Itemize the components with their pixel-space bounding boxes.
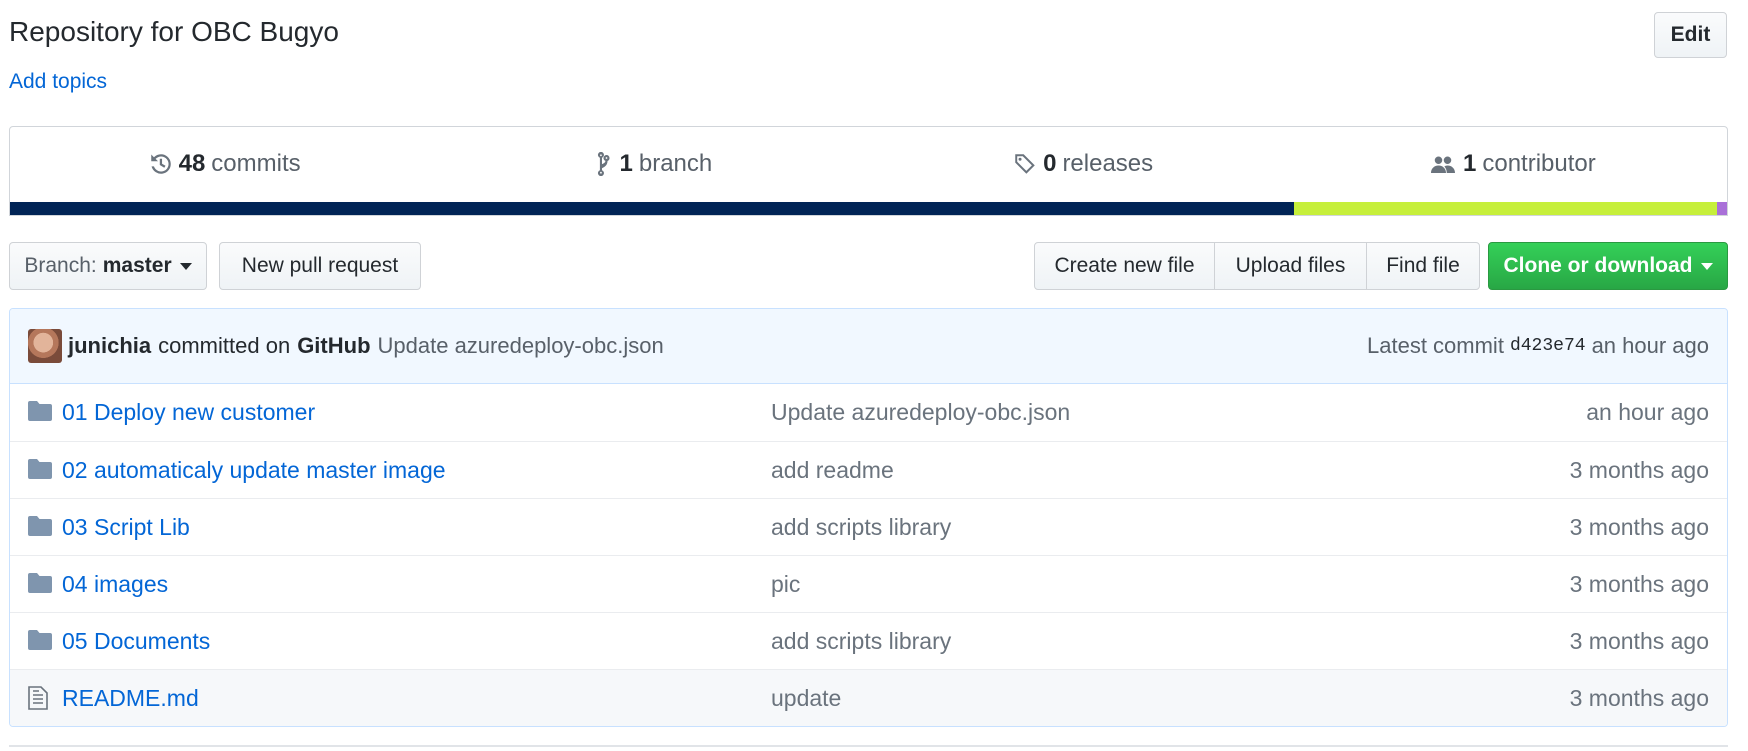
- branch-name: master: [102, 254, 172, 277]
- branches-label: branch: [638, 149, 713, 177]
- commit-message-link[interactable]: Update azuredeploy-obc.json: [378, 333, 664, 359]
- table-row: 02 automaticaly update master image add r…: [10, 441, 1727, 498]
- contributors-label: contributor: [1482, 149, 1596, 177]
- new-pull-request-button[interactable]: New pull request: [219, 242, 421, 290]
- file-name-link[interactable]: 02 automaticaly update master image: [62, 457, 446, 484]
- commits-count: 48: [178, 149, 206, 177]
- commit-sha-link[interactable]: d423e74: [1510, 336, 1586, 356]
- contributors-count: 1: [1463, 149, 1477, 177]
- file-commit-message-link[interactable]: add readme: [771, 457, 894, 484]
- file-commit-age: 3 months ago: [1569, 513, 1709, 540]
- language-bar-segment: [10, 202, 1295, 215]
- table-row: README.md update 3 months ago: [10, 669, 1727, 726]
- table-row: 01 Deploy new customer Update azuredeploy…: [10, 384, 1727, 441]
- latest-commit-label: Latest commit: [1367, 333, 1504, 358]
- file-commit-age: 3 months ago: [1569, 627, 1709, 654]
- file-name-link[interactable]: 05 Documents: [62, 628, 210, 655]
- history-icon: [150, 153, 171, 174]
- people-icon: [1431, 156, 1455, 173]
- contributors-link[interactable]: 1 contributor: [1298, 150, 1727, 178]
- file-name-link[interactable]: 01 Deploy new customer: [62, 399, 315, 426]
- file-commit-age: 3 months ago: [1569, 570, 1709, 597]
- folder-icon: [28, 515, 52, 543]
- table-row: 05 Documents add scripts library 3 months …: [10, 612, 1727, 669]
- create-new-file-button[interactable]: Create new file: [1034, 242, 1215, 290]
- file-icon: [28, 686, 48, 716]
- repo-description: Repository for OBC Bugyo: [9, 16, 339, 47]
- table-row: 03 Script Lib add scripts library 3 months…: [10, 498, 1727, 555]
- file-list: 01 Deploy new customer Update azuredeploy…: [10, 384, 1727, 726]
- caret-down-icon: [179, 262, 192, 270]
- add-topics-link[interactable]: Add topics: [9, 70, 107, 94]
- file-commit-message-link[interactable]: update: [771, 685, 841, 712]
- branches-count: 1: [619, 149, 633, 177]
- divider: [9, 745, 1728, 751]
- latest-commit-bar: junichia committed on GitHub Update azur…: [10, 309, 1727, 384]
- file-browser: junichia committed on GitHub Update azur…: [9, 308, 1728, 727]
- file-commit-message-link[interactable]: add scripts library: [771, 514, 951, 541]
- folder-icon: [28, 572, 52, 600]
- file-commit-age: 3 months ago: [1569, 456, 1709, 483]
- avatar[interactable]: [28, 329, 62, 363]
- commit-author-link[interactable]: junichia: [68, 333, 151, 359]
- language-bar[interactable]: [10, 202, 1727, 215]
- file-commit-message-link[interactable]: Update azuredeploy-obc.json: [771, 399, 1070, 426]
- language-bar-segment: [1294, 202, 1717, 215]
- clone-label: Clone or download: [1503, 254, 1693, 277]
- folder-icon: [28, 629, 52, 657]
- clone-or-download-button[interactable]: Clone or download: [1488, 242, 1728, 290]
- file-commit-message-link[interactable]: add scripts library: [771, 628, 951, 655]
- branch-prefix: Branch:: [24, 254, 97, 277]
- file-actions-group: Create new file Upload files Find file: [1034, 242, 1480, 290]
- caret-down-icon: [1700, 262, 1713, 270]
- find-file-button[interactable]: Find file: [1366, 242, 1480, 290]
- releases-label: releases: [1062, 149, 1154, 177]
- releases-link[interactable]: 0 releases: [869, 150, 1298, 178]
- table-row: 04 images pic 3 months ago: [10, 555, 1727, 612]
- file-name-link[interactable]: 03 Script Lib: [62, 514, 190, 541]
- committed-on-text: committed on: [158, 333, 291, 358]
- edit-description-button[interactable]: Edit: [1654, 12, 1727, 58]
- releases-count: 0: [1043, 149, 1057, 177]
- file-commit-age: 3 months ago: [1569, 684, 1709, 711]
- committer-platform: GitHub: [297, 333, 371, 358]
- commits-label: commits: [211, 149, 301, 177]
- tag-icon: [1015, 153, 1035, 174]
- folder-icon: [28, 400, 52, 428]
- branch-select-button[interactable]: Branch: master: [9, 242, 207, 290]
- upload-files-button[interactable]: Upload files: [1214, 242, 1367, 290]
- commit-age: an hour ago: [1591, 333, 1709, 358]
- numbers-summary: 48 commits 1 branch 0 releases 1 contrib…: [9, 126, 1728, 216]
- git-branch-icon: [597, 151, 610, 176]
- branches-link[interactable]: 1 branch: [439, 150, 868, 178]
- file-commit-age: an hour ago: [1586, 399, 1709, 425]
- file-commit-message-link[interactable]: pic: [771, 571, 800, 598]
- file-name-link[interactable]: README.md: [62, 685, 199, 712]
- commits-link[interactable]: 48 commits: [10, 150, 439, 178]
- language-bar-segment: [1716, 202, 1727, 215]
- folder-icon: [28, 458, 52, 486]
- file-name-link[interactable]: 04 images: [62, 571, 168, 598]
